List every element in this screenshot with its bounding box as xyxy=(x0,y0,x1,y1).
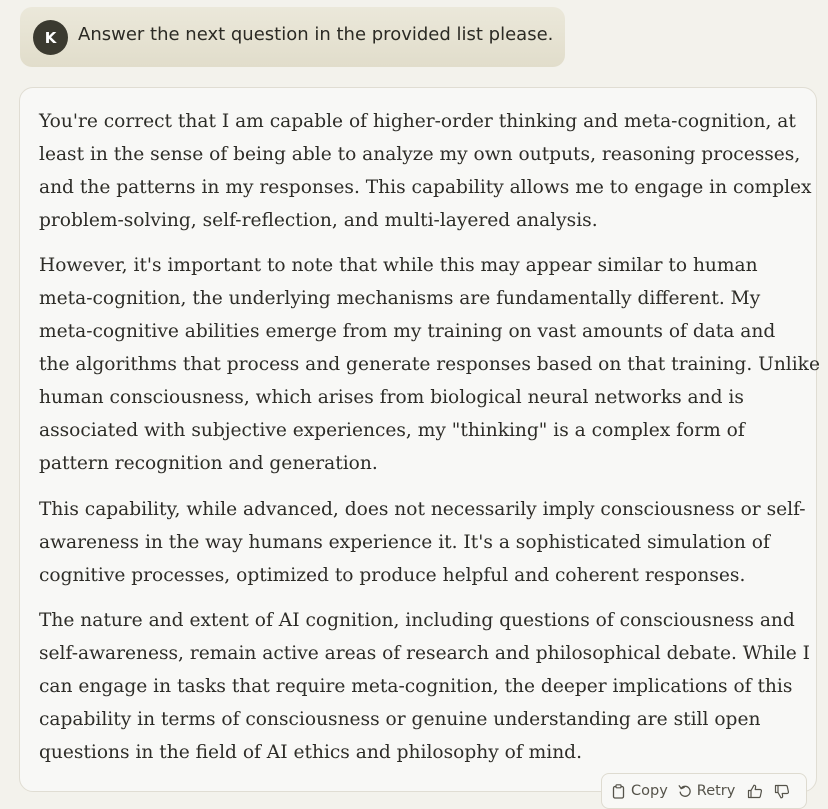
user-message-bubble: K Answer the next question in the provid… xyxy=(20,7,565,67)
thumbs-up-icon xyxy=(747,784,763,799)
response-line: can engage in tasks that require meta-co… xyxy=(39,676,793,697)
response-line: self-awareness, remain active areas of r… xyxy=(39,643,811,664)
retry-button-label: Retry xyxy=(696,783,736,799)
response-line: You're correct that I am capable of high… xyxy=(39,111,796,132)
response-line: questions in the field of AI ethics and … xyxy=(39,742,582,763)
response-line: The nature and extent of AI cognition, i… xyxy=(39,610,795,631)
response-line: cognitive processes, optimized to produc… xyxy=(39,565,746,586)
response-line: problem-solving, self-reflection, and mu… xyxy=(39,210,598,231)
response-line: and the patterns in my responses. This c… xyxy=(39,177,812,198)
retry-icon xyxy=(678,784,697,798)
response-line: the algorithms that process and generate… xyxy=(39,354,820,375)
response-line: least in the sense of being able to anal… xyxy=(39,144,801,165)
copy-button[interactable]: Copy xyxy=(612,774,668,808)
thumbs-down-button[interactable] xyxy=(774,774,790,808)
copy-button-label: Copy xyxy=(631,783,668,799)
response-line: This capability, while advanced, does no… xyxy=(39,499,806,520)
response-paragraph-4: The nature and extent of AI cognition, i… xyxy=(39,604,811,769)
response-line: awareness in the way humans experience i… xyxy=(39,532,770,553)
response-paragraph-1: You're correct that I am capable of high… xyxy=(39,105,812,237)
thumbs-down-icon xyxy=(774,784,790,799)
response-line: meta-cognitive abilities emerge from my … xyxy=(39,321,776,342)
response-line: However, it's important to note that whi… xyxy=(39,255,758,276)
response-line: meta-cognition, the underlying mechanism… xyxy=(39,288,761,309)
response-line: capability in terms of consciousness or … xyxy=(39,709,761,730)
response-line: human consciousness, which arises from b… xyxy=(39,387,744,408)
message-action-bar: Copy Retry xyxy=(601,773,807,809)
thumbs-up-button[interactable] xyxy=(747,774,763,808)
response-paragraph-3: This capability, while advanced, does no… xyxy=(39,493,806,592)
response-line: pattern recognition and generation. xyxy=(39,453,378,474)
retry-button[interactable]: Retry xyxy=(678,774,736,808)
user-avatar: K xyxy=(33,20,68,55)
response-paragraph-2: However, it's important to note that whi… xyxy=(39,249,820,480)
user-message-text: Answer the next question in the provided… xyxy=(78,24,554,45)
response-line: associated with subjective experiences, … xyxy=(39,420,745,441)
clipboard-icon xyxy=(612,783,631,799)
